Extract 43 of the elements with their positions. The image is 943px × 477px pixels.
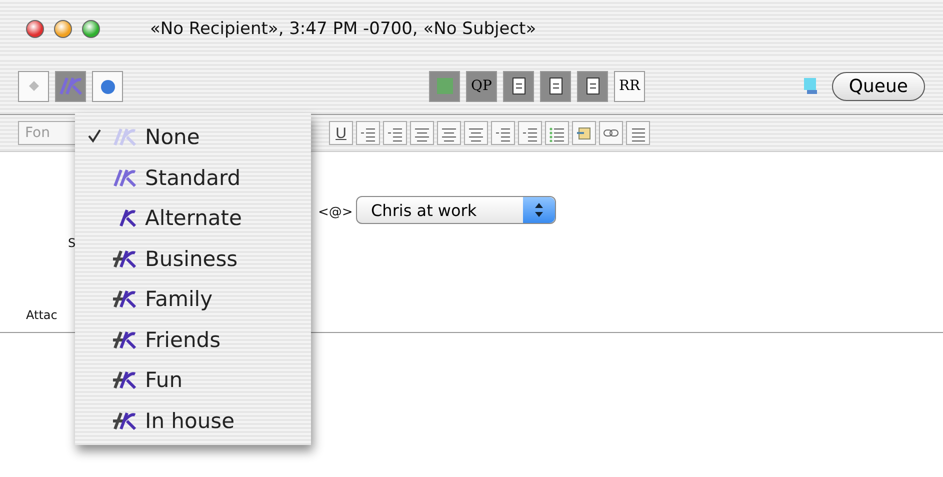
window-title: «No Recipient», 3:47 PM -0700, «No Subject» xyxy=(150,19,536,39)
indent-button[interactable] xyxy=(518,121,542,145)
document-button[interactable] xyxy=(503,70,534,102)
indent-button[interactable] xyxy=(383,121,407,145)
subject-label: S xyxy=(68,236,76,250)
menu-item[interactable]: Business xyxy=(75,238,311,279)
checkmark-icon xyxy=(87,128,101,143)
style-button[interactable] xyxy=(626,121,650,145)
address-suffix: <@> xyxy=(318,205,353,220)
attachments-label: Attac xyxy=(26,308,58,322)
minimize-button[interactable] xyxy=(54,20,72,38)
align-button[interactable] xyxy=(410,121,434,145)
network-icon xyxy=(802,76,820,96)
document-icon xyxy=(546,76,564,96)
personality-popup[interactable]: Chris at work xyxy=(356,196,556,224)
document-icon xyxy=(584,76,602,96)
signature-button[interactable] xyxy=(18,70,49,102)
apple-menu-button[interactable] xyxy=(92,70,123,102)
align-button[interactable] xyxy=(464,121,488,145)
zoom-button[interactable] xyxy=(82,20,100,38)
menu-item[interactable]: Family xyxy=(75,279,311,320)
queue-button[interactable]: Queue xyxy=(832,72,925,100)
text-button[interactable]: RR xyxy=(614,70,645,102)
close-button[interactable] xyxy=(26,20,44,38)
menu-item[interactable]: Fun xyxy=(75,360,311,400)
link-button[interactable] xyxy=(599,121,623,145)
stepper-arrows-icon xyxy=(523,197,555,223)
document-button[interactable] xyxy=(540,70,571,102)
indent-button[interactable] xyxy=(491,121,515,145)
attach-button[interactable] xyxy=(572,121,596,145)
align-button[interactable] xyxy=(437,121,461,145)
menu-item[interactable]: Friends xyxy=(75,320,311,360)
text-button[interactable]: QP xyxy=(466,70,497,102)
menu-item[interactable]: Standard xyxy=(75,158,311,198)
list-button[interactable] xyxy=(545,121,569,145)
underline-button[interactable]: U xyxy=(329,121,353,145)
document-button[interactable] xyxy=(577,70,608,102)
menu-item[interactable]: In house xyxy=(75,400,311,441)
indent-button[interactable] xyxy=(356,121,380,145)
spelling-icon xyxy=(434,76,454,96)
document-icon xyxy=(510,76,528,96)
menu-item[interactable]: Alternate xyxy=(75,198,311,238)
diamond-icon xyxy=(28,80,40,92)
